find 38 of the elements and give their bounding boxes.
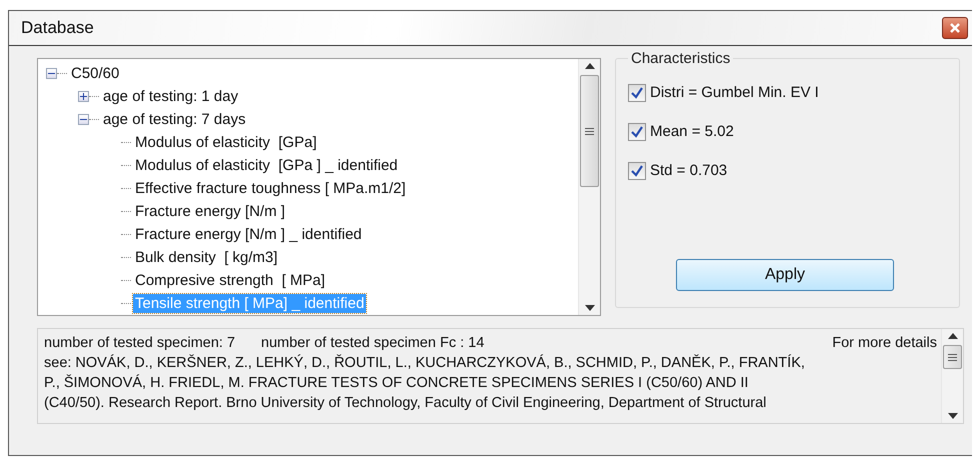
scrollbar[interactable] bbox=[941, 329, 963, 423]
group-title: Characteristics bbox=[630, 50, 732, 67]
scroll-up-icon[interactable] bbox=[584, 63, 594, 69]
tree-item[interactable]: C50/60 bbox=[69, 64, 122, 83]
characteristic-checkbox[interactable]: Distri = Gumbel Min. EV I bbox=[628, 73, 947, 112]
info-text: P., ŠIMONOVÁ, H. FRIEDL, M. FRACTURE TESTS OF CONCRETE SPECIMENS SERIES I (C50/60) AND II bbox=[44, 373, 748, 393]
scroll-up-icon[interactable] bbox=[948, 333, 958, 339]
tree-item[interactable]: Compresive strength [ MPa] bbox=[133, 271, 328, 290]
grip-icon bbox=[585, 128, 594, 134]
scroll-down-icon[interactable] bbox=[948, 413, 958, 419]
checkbox[interactable] bbox=[628, 84, 646, 102]
collapse-icon[interactable] bbox=[78, 114, 89, 125]
info-text: see: NOVÁK, D., KERŠNER, Z., LEHKÝ, D., ŘOUTIL, L., KUCHARCZYKOVÁ, B., SCHMID, P., DANĚK, P., FRANTÍK, bbox=[44, 353, 805, 373]
tree-item[interactable]: Bulk density [ kg/m3] bbox=[133, 248, 280, 267]
collapse-icon[interactable] bbox=[46, 68, 57, 79]
checkbox[interactable] bbox=[628, 122, 646, 140]
grip-icon bbox=[948, 354, 957, 360]
close-icon bbox=[949, 22, 961, 34]
info-text: number of tested specimen Fc : 14 bbox=[261, 334, 484, 353]
tree-item[interactable]: age of testing: 1 day bbox=[101, 87, 240, 106]
tree-item[interactable]: Modulus of elasticity [GPa ] _ identified bbox=[133, 156, 400, 175]
expand-icon[interactable] bbox=[78, 91, 89, 102]
tree-item[interactable]: Modulus of elasticity [GPa] bbox=[133, 133, 319, 152]
scroll-down-icon[interactable] bbox=[584, 305, 594, 311]
close-button[interactable] bbox=[942, 17, 968, 39]
characteristic-checkbox[interactable]: Mean = 5.02 bbox=[628, 112, 947, 151]
scrollbar[interactable] bbox=[578, 59, 600, 315]
info-text: number of tested specimen: 7 bbox=[44, 334, 236, 353]
info-text: (C40/50). Research Report. Brno University of Technology, Faculty of Civil Engineering, Department of Structural bbox=[44, 394, 766, 413]
tree-item[interactable]: Fracture energy [N/m ] _ identified bbox=[133, 225, 364, 244]
characteristic-checkbox[interactable]: Std = 0.703 bbox=[628, 151, 947, 190]
tree-item[interactable]: age of testing: 7 days bbox=[101, 110, 248, 129]
apply-button[interactable]: Apply bbox=[676, 259, 894, 291]
window-title: Database bbox=[21, 18, 94, 38]
checkbox[interactable] bbox=[628, 162, 646, 180]
info-text: For more details bbox=[832, 334, 937, 353]
tree-item[interactable]: Fracture energy [N/m ] bbox=[133, 202, 288, 221]
tree-item[interactable]: Effective fracture toughness [ MPa.m1/2] bbox=[133, 179, 408, 198]
